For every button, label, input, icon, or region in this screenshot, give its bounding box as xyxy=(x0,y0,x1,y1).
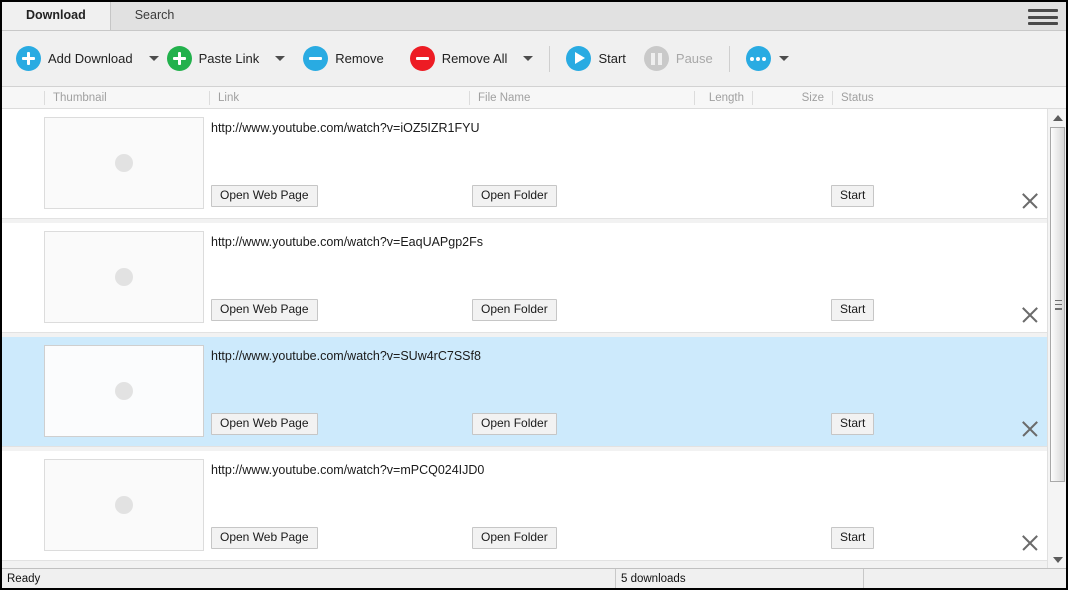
dot xyxy=(750,57,754,61)
remove-all-label: Remove All xyxy=(442,51,508,66)
hamburger-line xyxy=(1028,9,1058,12)
thumbnail-placeholder xyxy=(44,231,204,323)
column-header-thumbnail[interactable]: Thumbnail xyxy=(44,91,209,105)
vertical-scrollbar[interactable] xyxy=(1047,109,1066,568)
open-folder-button[interactable]: Open Folder xyxy=(472,527,557,549)
more-options-dropdown-icon[interactable] xyxy=(779,56,789,61)
row-start-button[interactable]: Start xyxy=(831,185,874,207)
remove-label: Remove xyxy=(335,51,383,66)
row-start-button[interactable]: Start xyxy=(831,299,874,321)
open-web-page-button[interactable]: Open Web Page xyxy=(211,527,318,549)
grip-line xyxy=(1055,300,1062,302)
play-circle-icon xyxy=(566,46,591,71)
pause-button[interactable]: Pause xyxy=(640,39,717,79)
open-web-page-button[interactable]: Open Web Page xyxy=(211,185,318,207)
column-header-size[interactable]: Size xyxy=(752,91,832,105)
add-download-button[interactable]: Add Download xyxy=(12,39,137,79)
tab-download[interactable]: Download xyxy=(2,1,111,30)
paste-link-button[interactable]: Paste Link xyxy=(163,39,264,79)
toolbar-divider xyxy=(729,46,730,72)
column-header-filename[interactable]: File Name xyxy=(469,91,694,105)
close-icon[interactable] xyxy=(1019,532,1041,554)
paste-link-label: Paste Link xyxy=(199,51,260,66)
column-header-row: Thumbnail Link File Name Length Size Sta… xyxy=(2,87,1066,109)
thumbnail-placeholder xyxy=(44,345,204,437)
hamburger-line xyxy=(1028,22,1058,25)
tab-bar: Download Search xyxy=(2,2,1066,31)
row-link-text: http://www.youtube.com/watch?v=EaqUAPgp2… xyxy=(211,235,483,249)
hamburger-line xyxy=(1028,16,1058,19)
download-list-area: http://www.youtube.com/watch?v=iOZ5IZR1F… xyxy=(2,109,1066,568)
open-folder-button[interactable]: Open Folder xyxy=(472,299,557,321)
grip-line xyxy=(1055,308,1062,310)
add-download-label: Add Download xyxy=(48,51,133,66)
scroll-down-arrow-icon[interactable] xyxy=(1048,551,1066,568)
plus-circle-icon xyxy=(16,46,41,71)
status-extra xyxy=(863,569,1066,588)
thumbnail-placeholder xyxy=(44,459,204,551)
status-bar: Ready 5 downloads xyxy=(2,568,1066,588)
scrollbar-grip-icon xyxy=(1055,300,1062,310)
table-row[interactable]: http://www.youtube.com/watch?v=iOZ5IZR1F… xyxy=(2,109,1049,219)
paste-link-dropdown-icon[interactable] xyxy=(275,56,285,61)
close-icon[interactable] xyxy=(1019,304,1041,326)
pause-circle-icon xyxy=(644,46,669,71)
download-manager-window: Download Search Add Download Paste Link … xyxy=(0,0,1068,590)
start-button[interactable]: Start xyxy=(562,39,629,79)
row-link-text: http://www.youtube.com/watch?v=iOZ5IZR1F… xyxy=(211,121,480,135)
row-link-text: http://www.youtube.com/watch?v=mPCQ024IJ… xyxy=(211,463,484,477)
open-web-page-button[interactable]: Open Web Page xyxy=(211,299,318,321)
thumbnail-dot-icon xyxy=(115,154,133,172)
dots-glyph xyxy=(746,46,771,71)
table-row[interactable]: http://www.youtube.com/watch?v=SUw4rC7SS… xyxy=(2,337,1049,447)
grip-line xyxy=(1055,304,1062,306)
scrollbar-thumb[interactable] xyxy=(1050,127,1065,482)
remove-button[interactable]: Remove xyxy=(299,39,387,79)
minus-circle-icon xyxy=(410,46,435,71)
row-link-text: http://www.youtube.com/watch?v=SUw4rC7SS… xyxy=(211,349,481,363)
dot xyxy=(756,57,760,61)
dot xyxy=(762,57,766,61)
hamburger-menu-icon[interactable] xyxy=(1028,7,1058,27)
remove-all-button[interactable]: Remove All xyxy=(406,39,512,79)
tab-search-label: Search xyxy=(135,8,175,22)
minus-circle-icon xyxy=(303,46,328,71)
row-start-button[interactable]: Start xyxy=(831,413,874,435)
scroll-up-arrow-icon[interactable] xyxy=(1048,109,1066,126)
pause-label: Pause xyxy=(676,51,713,66)
tab-search[interactable]: Search xyxy=(111,1,199,30)
column-header-spacer xyxy=(2,91,44,105)
thumbnail-placeholder xyxy=(44,117,204,209)
status-download-count: 5 downloads xyxy=(615,569,863,588)
more-options-icon xyxy=(746,46,771,71)
column-header-link[interactable]: Link xyxy=(209,91,469,105)
status-state: Ready xyxy=(2,569,615,588)
thumbnail-dot-icon xyxy=(115,382,133,400)
remove-all-dropdown-icon[interactable] xyxy=(523,56,533,61)
more-options-button[interactable] xyxy=(742,39,775,79)
toolbar-divider xyxy=(549,46,550,72)
close-icon[interactable] xyxy=(1019,418,1041,440)
plus-circle-icon xyxy=(167,46,192,71)
start-label: Start xyxy=(598,51,625,66)
download-list: http://www.youtube.com/watch?v=iOZ5IZR1F… xyxy=(2,109,1049,568)
open-folder-button[interactable]: Open Folder xyxy=(472,413,557,435)
thumbnail-dot-icon xyxy=(115,496,133,514)
column-header-status[interactable]: Status xyxy=(832,91,962,105)
open-folder-button[interactable]: Open Folder xyxy=(472,185,557,207)
thumbnail-dot-icon xyxy=(115,268,133,286)
table-row[interactable]: http://www.youtube.com/watch?v=mPCQ024IJ… xyxy=(2,451,1049,561)
tab-download-label: Download xyxy=(26,8,86,22)
add-download-dropdown-icon[interactable] xyxy=(149,56,159,61)
open-web-page-button[interactable]: Open Web Page xyxy=(211,413,318,435)
main-toolbar: Add Download Paste Link Remove Remove Al… xyxy=(2,31,1066,87)
table-row[interactable]: http://www.youtube.com/watch?v=EaqUAPgp2… xyxy=(2,223,1049,333)
close-icon[interactable] xyxy=(1019,190,1041,212)
column-header-length[interactable]: Length xyxy=(694,91,752,105)
row-start-button[interactable]: Start xyxy=(831,527,874,549)
